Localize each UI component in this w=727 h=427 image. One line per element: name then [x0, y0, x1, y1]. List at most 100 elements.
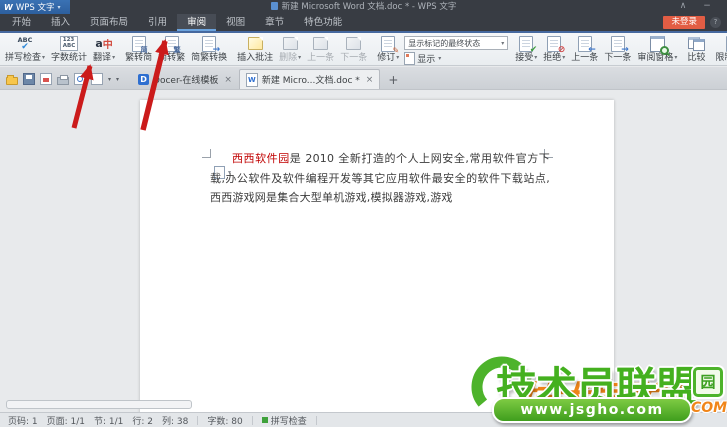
dropdown-caret-icon: ▾ — [438, 55, 442, 62]
word-doc-icon: W — [245, 72, 258, 87]
document-page[interactable]: ▾ 西西软件园是 2010 全新打造的个人上网安全,常用软件官方下载,办公软件及… — [140, 100, 614, 412]
compare-icon — [687, 35, 705, 52]
status-column: 列: 38 — [162, 416, 189, 427]
tab-references[interactable]: 引用 — [138, 14, 177, 31]
fold-ribbon-button[interactable]: ∧ — [675, 0, 691, 14]
word-count-button[interactable]: 123 ABC 字数统计 — [48, 34, 90, 65]
new-tab-button[interactable]: + — [380, 73, 406, 89]
dropdown-caret-icon: ▾ — [501, 39, 505, 47]
button-label: 翻译 — [93, 53, 112, 63]
review-pane-button[interactable]: 审阅窗格 ▾ — [634, 34, 680, 65]
document-tab-bar: ▾ ▾ D Docer-在线模板 × W 新建 Micro...文档.doc *… — [0, 67, 727, 90]
tab-review[interactable]: 审阅 — [177, 14, 217, 31]
button-label: 简繁转换 — [191, 53, 228, 63]
dropdown-caret-icon: ▾ — [112, 54, 116, 61]
compare-group: 比较 — [684, 34, 708, 65]
reject-change-icon: ⊘ — [547, 35, 565, 54]
export-pdf-icon[interactable] — [40, 73, 52, 85]
close-tab-icon[interactable]: × — [224, 75, 232, 85]
spell-check-status-icon — [261, 417, 268, 423]
tab-view[interactable]: 视图 — [216, 14, 255, 31]
status-word-count[interactable]: 字数: 80 — [207, 414, 242, 427]
button-label: 修订 — [377, 53, 396, 63]
new-document-icon[interactable] — [91, 73, 103, 85]
horizontal-scrollbar-thumb[interactable] — [6, 400, 192, 409]
title-bar: W WPS 文字 ▾ 新建 Microsoft Word 文档.doc * - … — [0, 0, 727, 14]
button-label: 上一条 — [571, 53, 599, 63]
button-label: 上一条 — [307, 53, 335, 63]
tab-home[interactable]: 开始 — [2, 14, 41, 31]
tab-section[interactable]: 章节 — [255, 14, 294, 31]
button-label: 拒绝 — [543, 53, 562, 63]
status-bar: 页码: 1 页面: 1/1 节: 1/1 行: 2 列: 38 字数: 80 拼… — [0, 412, 727, 427]
button-label: 简转繁 — [158, 53, 186, 63]
markup-state-dropdown[interactable]: 显示标记的最终状态 ▾ — [404, 36, 509, 50]
status-section: 节: 1/1 — [94, 416, 124, 427]
help-icon[interactable]: ? — [710, 17, 721, 28]
track-changes-icon: ✎ — [381, 35, 399, 54]
doc-tab-current-document[interactable]: W 新建 Micro...文档.doc * × — [238, 69, 381, 89]
previous-comment-button[interactable]: 上一条 — [304, 34, 337, 65]
status-divider — [315, 415, 317, 425]
simp-trad-convert-icon: → — [202, 35, 220, 54]
minimize-button[interactable]: − — [699, 0, 715, 14]
status-spell-check[interactable]: 拼写检查 — [261, 414, 307, 427]
simp-to-trad-button[interactable]: 繁 简转繁 — [155, 34, 188, 65]
quick-access-toolbar: ▾ ▾ — [0, 73, 125, 89]
proofing-group: ABC ✔ 拼写检查 ▾ 123 ABC 字数统计 a中 翻译 ▾ — [2, 34, 118, 65]
dropdown-caret-icon: ▾ — [534, 54, 538, 61]
button-label: 插入批注 — [237, 53, 274, 63]
previous-change-icon: ← — [577, 35, 596, 54]
protect-group: 限制编辑 — [712, 34, 727, 65]
open-file-icon[interactable] — [6, 74, 18, 85]
button-label: 显示 — [417, 55, 436, 65]
accept-change-button[interactable]: ✔ 接受 ▾ — [512, 34, 540, 65]
save-icon[interactable] — [23, 73, 35, 85]
show-markup-button[interactable]: 显示 ▾ — [402, 52, 508, 65]
undo-dropdown-caret-icon[interactable]: ▾ — [108, 76, 111, 83]
track-changes-button[interactable]: ✎ 修订 ▾ — [374, 34, 402, 65]
compare-button[interactable]: 比较 — [684, 34, 708, 65]
trad-to-simp-button[interactable]: 简 繁转简 — [122, 34, 155, 65]
button-label: 繁转简 — [125, 53, 153, 63]
button-label: 字数统计 — [51, 53, 88, 63]
status-divider — [251, 415, 253, 425]
button-label: 接受 — [515, 53, 534, 63]
dropdown-caret-icon: ▾ — [562, 54, 566, 61]
next-comment-icon — [346, 35, 362, 52]
changes-group: ✔ 接受 ▾ ⊘ 拒绝 ▾ ← 上一条 → 下一条 审阅窗格 ▾ — [512, 34, 680, 65]
previous-comment-icon — [313, 35, 329, 52]
dropdown-caret-icon: ▾ — [42, 54, 46, 61]
menu-bar: 开始 插入 页面布局 引用 审阅 视图 章节 特色功能 未登录 ? — [0, 14, 727, 33]
tab-page-layout[interactable]: 页面布局 — [80, 14, 138, 31]
status-line: 行: 2 — [132, 416, 154, 427]
markup-state-value: 显示标记的最终状态 — [408, 38, 481, 48]
button-label: 删除 — [279, 53, 298, 63]
print-preview-icon[interactable] — [74, 73, 86, 85]
review-pane-icon — [649, 35, 669, 55]
doc-tab-docer[interactable]: D Docer-在线模板 × — [131, 69, 239, 89]
customize-toolbar-caret-icon[interactable]: ▾ — [116, 76, 119, 83]
reject-change-button[interactable]: ⊘ 拒绝 ▾ — [540, 34, 568, 65]
tracking-group: ✎ 修订 ▾ 显示标记的最终状态 ▾ 显示 ▾ — [374, 34, 509, 65]
insert-comment-button[interactable]: 插入批注 — [234, 34, 276, 65]
previous-change-button[interactable]: ← 上一条 — [568, 34, 601, 65]
login-button[interactable]: 未登录 — [663, 16, 705, 29]
tab-insert[interactable]: 插入 — [41, 14, 80, 31]
status-page: 页面: 1/1 — [46, 416, 86, 427]
restrict-editing-button[interactable]: 限制编辑 — [712, 34, 727, 65]
tab-special-features[interactable]: 特色功能 — [294, 14, 352, 31]
paragraph-text: 西西软件园是 2010 全新打造的个人上网安全,常用软件官方下载,办公软件及软件… — [210, 149, 550, 208]
simp-to-trad-icon: 繁 — [164, 35, 181, 53]
button-label: 下一条 — [340, 53, 368, 63]
next-comment-button[interactable]: 下一条 — [337, 34, 370, 65]
trad-to-simp-icon: 简 — [131, 35, 148, 53]
next-change-button[interactable]: → 下一条 — [601, 34, 634, 65]
simp-trad-convert-button[interactable]: → 简繁转换 — [188, 34, 230, 65]
wps-writer-window: W WPS 文字 ▾ 新建 Microsoft Word 文档.doc * - … — [0, 0, 727, 427]
print-icon[interactable] — [57, 74, 69, 85]
close-tab-icon[interactable]: × — [366, 75, 374, 85]
delete-comment-button[interactable]: 删除 ▾ — [276, 34, 304, 65]
spell-check-button[interactable]: ABC ✔ 拼写检查 ▾ — [2, 34, 48, 65]
translate-button[interactable]: a中 翻译 ▾ — [90, 34, 118, 65]
